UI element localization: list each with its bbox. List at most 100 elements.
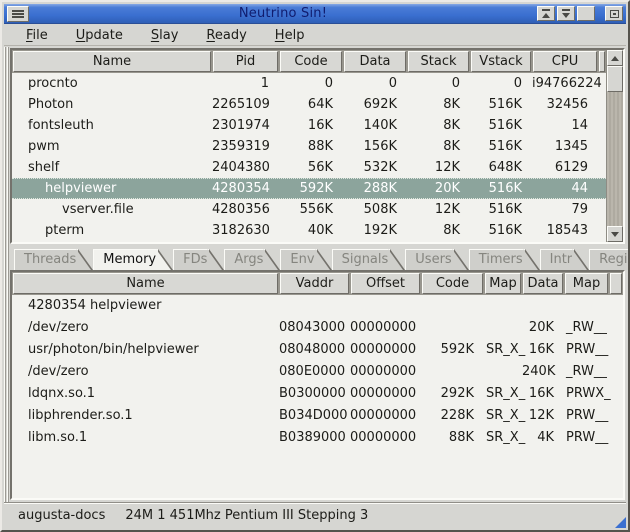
process-cpu-cell: 32456 [532, 94, 598, 115]
memory-name-cell: /dev/zero [12, 317, 279, 339]
tab-memory[interactable]: Memory [93, 249, 173, 270]
process-data-cell: 140K [343, 115, 407, 136]
process-column-header-name[interactable]: Name [13, 51, 211, 72]
memory-data-cell: 16K [522, 339, 564, 361]
tab-label: Timers [469, 249, 525, 270]
memory-map-data-cell: PRW__ [564, 427, 609, 449]
memory-column-header-map2[interactable]: Map [565, 273, 608, 294]
scrollbar-thumb[interactable] [607, 66, 623, 92]
memory-row-usr-photon-bin-helpviewer[interactable]: usr/photon/bin/helpviewer080480000000000… [12, 339, 623, 361]
menu-item-ready[interactable]: Ready [196, 26, 256, 45]
tab-fds[interactable]: FDs [173, 249, 224, 270]
memory-column-header-vaddr[interactable]: Vaddr [280, 273, 349, 294]
memory-map-data-cell: _RW__ [564, 317, 609, 339]
tab-label: FDs [173, 249, 209, 270]
process-column-header-pid[interactable]: Pid [213, 51, 278, 72]
process-row-fontsleuth[interactable]: fontsleuth230197416K140K8K516K14 [12, 115, 606, 136]
process-name-cell: shelf [12, 157, 212, 178]
process-row-shelf[interactable]: shelf240438056K532K12K648K6129 [12, 157, 606, 178]
tab-intr[interactable]: Intr [540, 249, 590, 270]
memory-name-cell: ldqnx.so.1 [12, 383, 279, 405]
menu-item-update[interactable]: Update [66, 26, 133, 45]
memory-map-code-cell: SR_X_ [484, 339, 522, 361]
process-row-vserver-file[interactable]: vserver.file4280356556K508K12K516K79 [12, 199, 606, 220]
process-row-pterm[interactable]: pterm318263040K192K8K516K18543 [12, 220, 606, 241]
memory-offset-cell: 00000000 [350, 383, 421, 405]
memory-table: NameVaddrOffsetCodeMapDataMap 4280354 he… [10, 270, 625, 500]
process-stack-cell: 12K [407, 199, 470, 220]
memory-row-ldqnx-so-1[interactable]: ldqnx.so.1B030000000000000292KSR_X_16KPR… [12, 383, 623, 405]
hamburger-icon [12, 9, 24, 19]
tab-slant-edge [158, 249, 173, 270]
memory-column-header-offset[interactable]: Offset [351, 273, 420, 294]
bar-down-triangle-icon [562, 9, 570, 18]
tab-args[interactable]: Args [224, 249, 280, 270]
titlebar[interactable]: Neutrino Sin! [4, 4, 626, 24]
process-code-cell: 88K [279, 136, 343, 157]
lower-window-button[interactable] [557, 6, 575, 21]
memory-row--dev-zero[interactable]: /dev/zero080430000000000020K_RW__ [12, 317, 623, 339]
process-row-helpviewer[interactable]: helpviewer4280354592K288K20K516K44 [12, 178, 606, 199]
memory-map-code-cell: SR_X_ [484, 383, 522, 405]
memory-vaddr-cell: 08043000 [279, 317, 350, 339]
process-column-header-code[interactable]: Code [280, 51, 342, 72]
resize-grip[interactable] [615, 517, 626, 528]
process-column-header-cpu[interactable]: CPU [533, 51, 597, 72]
scroll-up-button[interactable] [607, 50, 623, 66]
down-arrow-icon [611, 232, 619, 237]
maximize-window-button[interactable] [577, 6, 595, 21]
scroll-down-button[interactable] [607, 226, 623, 242]
tab-env[interactable]: Env [280, 249, 331, 270]
tab-users[interactable]: Users [405, 249, 468, 270]
memory-map-code-cell: SR_X_ [484, 405, 522, 427]
tab-signals[interactable]: Signals [332, 249, 406, 270]
memory-vaddr-cell: B034D000 [279, 405, 350, 427]
process-pid-cell: 4280354 [212, 179, 279, 198]
scrollbar-trough[interactable] [607, 92, 623, 226]
memory-column-header-code[interactable]: Code [422, 273, 483, 294]
menu-item-slay[interactable]: Slay [141, 26, 189, 45]
process-column-header-data[interactable]: Data [344, 51, 406, 72]
process-stack-cell: 8K [407, 220, 470, 241]
memory-row-4280354-helpviewer[interactable]: 4280354 helpviewer [12, 295, 623, 317]
process-name-cell: helpviewer [12, 179, 212, 198]
memory-row-libm-so-1[interactable]: libm.so.1B03890000000000088KSR_X_4KPRW__ [12, 427, 623, 449]
memory-column-header-name[interactable]: Name [13, 273, 278, 294]
process-vstack-cell: 648K [470, 157, 532, 178]
tab-registers[interactable]: Registers [589, 249, 630, 270]
tab-threads[interactable]: Threads [14, 249, 93, 270]
process-cpu-cell: 79 [532, 199, 598, 220]
process-table: NamePidCodeDataStackVstackCPU procnto100… [10, 48, 625, 244]
process-pid-cell: 2265109 [212, 94, 279, 115]
process-column-header-stub[interactable] [599, 51, 605, 72]
process-code-cell: 592K [279, 179, 343, 198]
process-column-header-stack[interactable]: Stack [408, 51, 469, 72]
process-row-pwm[interactable]: pwm235931988K156K8K516K1345 [12, 136, 606, 157]
window-menu-button[interactable] [7, 6, 29, 22]
process-name-cell: pwm [12, 136, 212, 157]
process-column-header-vstack[interactable]: Vstack [471, 51, 531, 72]
process-code-cell: 0 [279, 73, 343, 94]
tab-strip: ThreadsMemoryFDs ArgsEnvSignalsUsersTimer… [10, 248, 625, 270]
memory-row-libphrender-so-1[interactable]: libphrender.so.1B034D00000000000228KSR_X… [12, 405, 623, 427]
memory-column-header-data[interactable]: Data [523, 273, 563, 294]
close-window-button[interactable] [605, 6, 623, 21]
memory-column-header-stub[interactable] [610, 273, 622, 294]
tab-timers[interactable]: Timers [469, 249, 540, 270]
process-table-header: NamePidCodeDataStackVstackCPU [12, 50, 606, 73]
collapse-window-button[interactable] [537, 6, 555, 21]
process-pid-cell: 2301974 [212, 115, 279, 136]
memory-table-rows: 4280354 helpviewer/dev/zero0804300000000… [12, 295, 623, 498]
memory-column-header-map1[interactable]: Map [485, 273, 521, 294]
process-row-procnto[interactable]: procnto10000i94766224 [12, 73, 606, 94]
menu-item-file[interactable]: File [16, 26, 58, 45]
memory-row--dev-zero[interactable]: /dev/zero080E000000000000240K_RW__ [12, 361, 623, 383]
menu-item-help[interactable]: Help [265, 26, 315, 45]
process-row-photon[interactable]: Photon226510964K692K8K516K32456 [12, 94, 606, 115]
tab-slant-edge [525, 249, 540, 270]
statusbar: augusta-docs 24M 1 451Mhz Pentium III St… [4, 502, 626, 528]
tab-slant-edge [209, 249, 224, 270]
process-data-cell: 288K [343, 179, 407, 198]
process-table-scrollbar[interactable] [606, 50, 623, 242]
square-in-square-icon [610, 10, 619, 18]
